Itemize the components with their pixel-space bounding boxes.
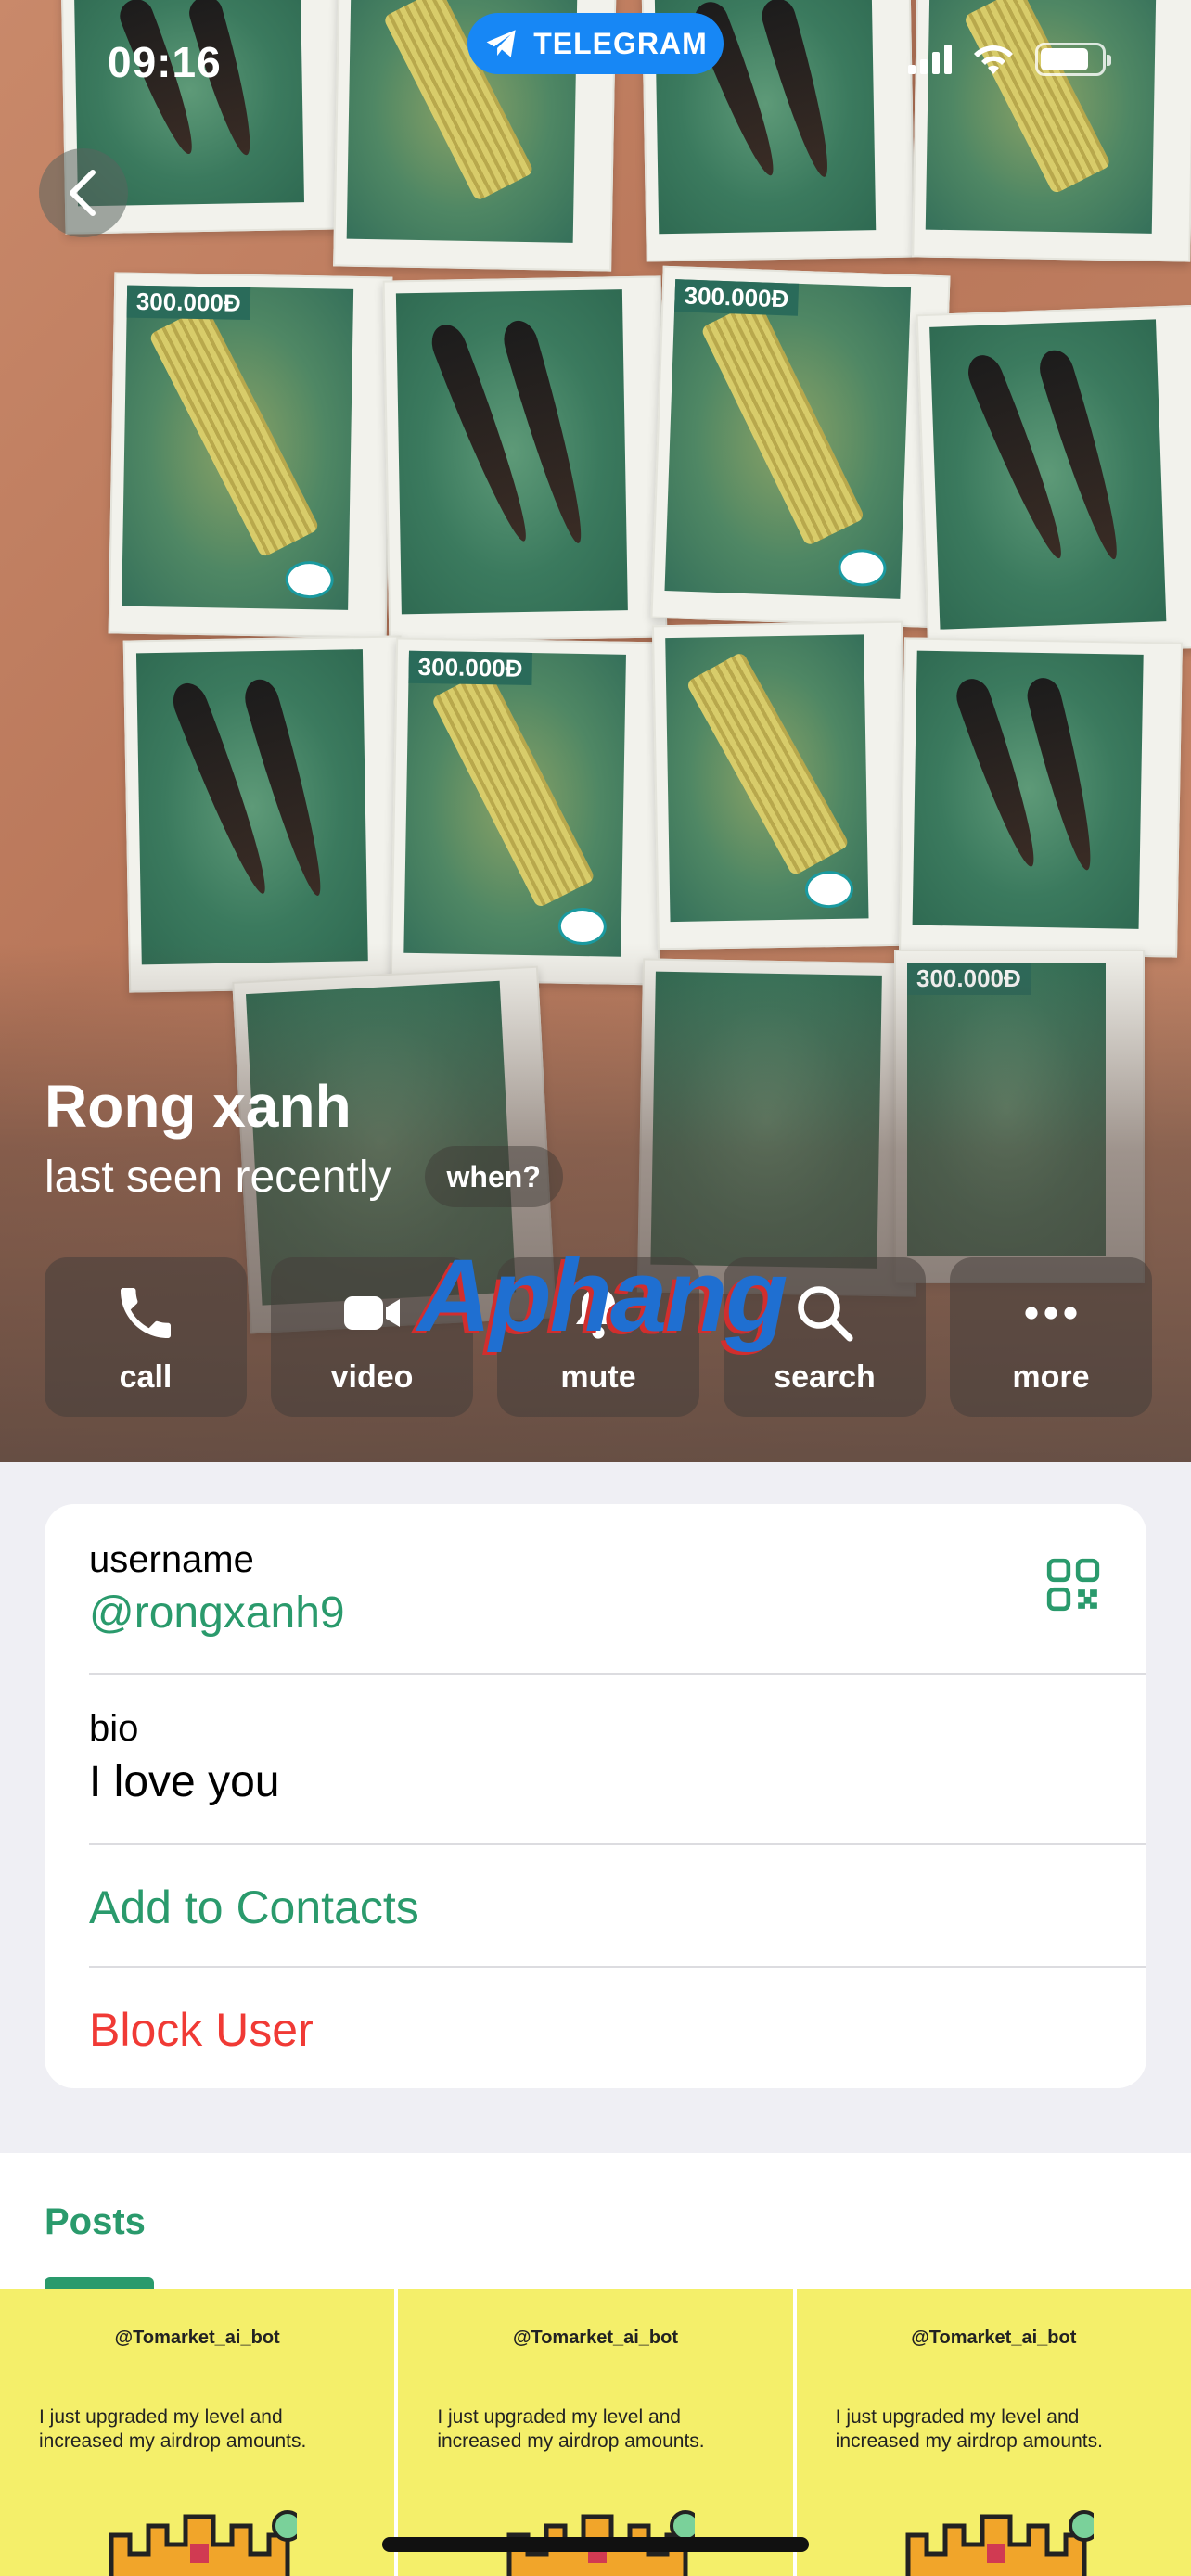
status-time: 09:16: [108, 38, 222, 86]
back-button[interactable]: [39, 148, 128, 237]
telegram-pill-label: TELEGRAM: [533, 26, 708, 60]
call-button[interactable]: call: [45, 1257, 247, 1417]
more-button[interactable]: more: [950, 1257, 1152, 1417]
telegram-pill[interactable]: TELEGRAM: [467, 13, 724, 74]
qr-code-icon[interactable]: [1044, 1556, 1102, 1613]
tab-posts[interactable]: Posts: [45, 2201, 146, 2243]
profile-name: Rong xanh: [45, 1073, 352, 1140]
watermark-logo: Aphang: [417, 1239, 788, 1353]
cellular-signal-icon: [908, 45, 952, 74]
post-handle: @Tomarket_ai_bot: [911, 2327, 1077, 2348]
post-thumbnail[interactable]: @Tomarket_ai_bot I just upgraded my leve…: [796, 2289, 1191, 2576]
bio-label: bio: [89, 1708, 139, 1749]
username-value[interactable]: @rongxanh9: [89, 1588, 345, 1639]
photo-card: [122, 635, 408, 993]
search-icon: [798, 1285, 853, 1342]
battery-icon: [1035, 43, 1111, 76]
bio-value: I love you: [89, 1757, 280, 1806]
last-seen-status: last seen recently: [45, 1152, 391, 1202]
block-user-row[interactable]: Block User: [45, 1968, 1146, 2088]
photo-card: 300.000Đ: [390, 637, 666, 986]
photo-card: 300.000Đ: [650, 265, 951, 629]
telegram-plane-icon: [486, 30, 516, 57]
post-handle: @Tomarket_ai_bot: [114, 2327, 280, 2348]
profile-info-card: username @rongxanh9 bio I love you Add t…: [45, 1504, 1146, 2088]
post-thumbnail[interactable]: @Tomarket_ai_bot I just upgraded my leve…: [0, 2289, 395, 2576]
posts-grid: @Tomarket_ai_bot I just upgraded my leve…: [0, 2289, 1191, 2576]
photo-card: 300.000Đ: [108, 272, 393, 639]
posts-section: Posts @Tomarket_ai_bot I just upgraded m…: [0, 2153, 1191, 2576]
photo-card: [899, 637, 1183, 958]
add-to-contacts-button[interactable]: Add to Contacts: [89, 1881, 419, 1934]
bio-row: bio I love you: [45, 1675, 1146, 1845]
wifi-icon: [974, 45, 1013, 74]
block-user-button[interactable]: Block User: [89, 2003, 314, 2057]
price-label: 300.000Đ: [408, 650, 532, 686]
photo-card: [382, 275, 668, 643]
search-label: search: [774, 1358, 876, 1395]
photo-card: [912, 0, 1191, 262]
price-label: 300.000Đ: [126, 285, 250, 320]
post-handle: @Tomarket_ai_bot: [512, 2327, 679, 2348]
tab-posts-indicator: [45, 2277, 154, 2289]
more-label: more: [1012, 1358, 1090, 1395]
more-dots-icon: [1025, 1306, 1077, 1320]
username-label: username: [89, 1539, 254, 1580]
home-indicator[interactable]: [382, 2537, 809, 2552]
price-label: 300.000Đ: [674, 279, 799, 316]
when-button[interactable]: when?: [424, 1146, 563, 1207]
call-label: call: [119, 1358, 173, 1395]
status-icons: [908, 43, 1111, 76]
post-text: I just upgraded my level and increased m…: [39, 2406, 307, 2452]
photo-card: [651, 620, 909, 950]
video-camera-icon: [344, 1295, 400, 1330]
photo-card: [916, 304, 1191, 658]
pixel-crown-icon: [109, 2510, 297, 2576]
pixel-crown-icon: [905, 2510, 1094, 2576]
post-thumbnail[interactable]: @Tomarket_ai_bot I just upgraded my leve…: [398, 2289, 793, 2576]
video-label: video: [330, 1358, 414, 1395]
post-text: I just upgraded my level and increased m…: [437, 2406, 705, 2452]
presence-row: last seen recently when?: [45, 1146, 563, 1207]
chevron-left-icon: [70, 170, 96, 216]
mute-label: mute: [560, 1358, 636, 1395]
phone-icon: [121, 1287, 171, 1338]
username-row[interactable]: username @rongxanh9: [45, 1504, 1146, 1675]
add-to-contacts-row[interactable]: Add to Contacts: [45, 1845, 1146, 1968]
post-text: I just upgraded my level and increased m…: [835, 2406, 1103, 2452]
profile-photo-header[interactable]: 300.000Đ 300.000Đ 300.000Đ 300.000Đ 09:1…: [0, 0, 1191, 1462]
